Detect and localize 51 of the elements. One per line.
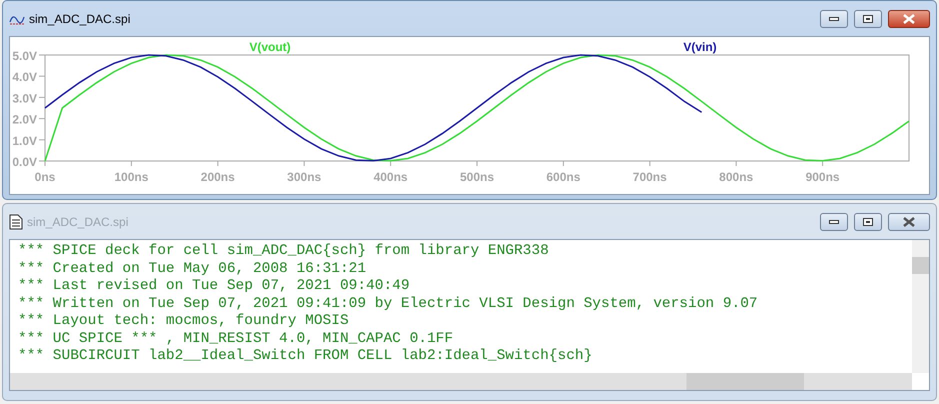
y-tick: 3.0V xyxy=(12,91,46,106)
x-tick: 800ns xyxy=(719,160,754,184)
x-tick: 900ns xyxy=(806,160,840,184)
x-tick-label: 700ns xyxy=(632,170,668,184)
y-tick: 4.0V xyxy=(12,70,46,84)
x-tick-label: 500ns xyxy=(460,170,494,184)
close-icon xyxy=(903,14,915,24)
y-tick: 5.0V xyxy=(12,49,46,63)
x-tick: 200ns xyxy=(200,160,235,184)
series-label: V(vout) xyxy=(249,40,291,54)
maximize-icon xyxy=(863,218,873,226)
maximize-icon xyxy=(863,14,873,22)
x-tick-label: 900ns xyxy=(806,170,840,184)
y-tick: 1.0V xyxy=(12,134,46,148)
series-label: V(vin) xyxy=(683,40,717,54)
y-tick-label: 5.0V xyxy=(12,49,37,63)
text-line: *** SUBCIRCUIT lab2__Ideal_Switch FROM CELL lab2:Ideal_Switch{sch} xyxy=(18,348,594,366)
y-tick-label: 0.0V xyxy=(12,155,37,169)
y-tick-label: 1.0V xyxy=(12,134,37,148)
x-tick-label: 300ns xyxy=(287,170,322,184)
x-tick: 500ns xyxy=(460,160,494,184)
x-tick-label: 200ns xyxy=(200,170,236,184)
close-icon xyxy=(903,216,915,226)
window-title: sim_ADC_DAC.spi xyxy=(27,214,130,228)
x-tick: 700ns xyxy=(632,160,667,184)
x-tick-label: 800ns xyxy=(719,170,754,184)
window-title: sim_ADC_DAC.spi xyxy=(29,12,132,26)
x-tick: 400ns xyxy=(374,160,408,184)
x-tick-label: 0ns xyxy=(34,170,56,184)
document-icon xyxy=(9,214,23,230)
text-line: *** Created on Tue May 06, 2008 16:31:21 xyxy=(18,260,368,278)
text-line: *** UC SPICE *** , MIN_RESIST 4.0, MIN_CAPAC 0.1FF xyxy=(18,330,454,348)
y-tick-label: 2.0V xyxy=(12,112,37,127)
y-tick: 2.0V xyxy=(12,112,46,127)
minimize-icon xyxy=(829,16,839,20)
y-tick-label: 4.0V xyxy=(12,70,37,84)
text-line: *** Written on Tue Sep 07, 2021 09:41:09 by Electric VLSI Design System, version 9.07 xyxy=(18,296,759,313)
y-tick-label: 3.0V xyxy=(12,91,37,106)
minimize-icon xyxy=(829,220,839,224)
text-line: *** SPICE deck for cell sim_ADC_DAC{sch} from library ENGR338 xyxy=(18,243,550,260)
x-tick: 300ns xyxy=(287,160,322,184)
maximize-button[interactable] xyxy=(854,10,882,28)
x-tick: 600ns xyxy=(546,160,580,184)
close-button[interactable] xyxy=(888,10,930,28)
text-line: *** Last revised on Tue Sep 07, 2021 09:40:49 xyxy=(18,278,411,296)
minimize-button[interactable] xyxy=(820,10,848,28)
x-tick: 100ns xyxy=(114,160,148,184)
x-tick-label: 400ns xyxy=(374,170,408,184)
x-tick-label: 100ns xyxy=(114,170,149,184)
x-tick-label: 600ns xyxy=(546,170,581,184)
text-line: *** Layout tech: mocmos, foundry MOSIS xyxy=(18,313,350,330)
